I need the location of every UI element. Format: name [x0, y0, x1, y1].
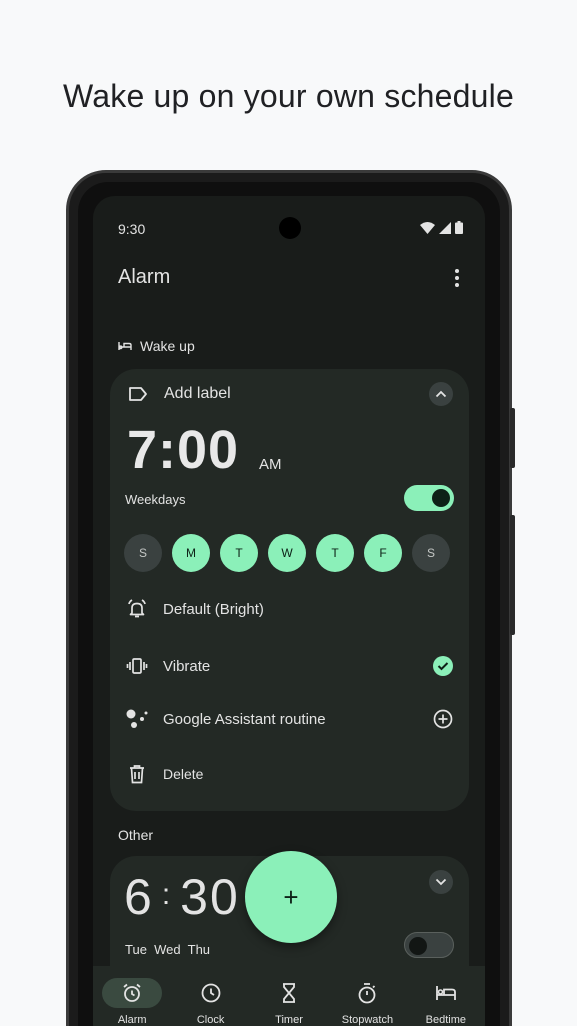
- day-monday[interactable]: M: [172, 534, 210, 572]
- nav-stopwatch-label: Stopwatch: [341, 1014, 394, 1026]
- repeat-summary: Weekdays: [125, 492, 186, 507]
- nav-stopwatch[interactable]: Stopwatch: [328, 966, 406, 1026]
- collapse-button[interactable]: [429, 382, 453, 406]
- day-tuesday[interactable]: T: [220, 534, 258, 572]
- vibrate-checkbox[interactable]: [432, 655, 454, 677]
- nav-alarm-label: Alarm: [117, 1014, 147, 1026]
- status-time: 9:30: [118, 221, 146, 237]
- more-options-button[interactable]: [449, 266, 465, 290]
- power-button: [510, 515, 515, 635]
- vibrate-icon: [125, 654, 149, 678]
- plus-icon: +: [283, 881, 299, 912]
- front-camera: [279, 217, 301, 239]
- alarm-time-2[interactable]: 6:30: [124, 868, 240, 926]
- alarm-card-expanded[interactable]: Add label 7:00 AM Weekdays S M T W T F S…: [110, 369, 469, 811]
- vibrate-label: Vibrate: [163, 657, 211, 675]
- alarm-bell-icon: [125, 597, 149, 621]
- add-routine-button[interactable]: [432, 708, 454, 730]
- assistant-label: Google Assistant routine: [163, 710, 326, 728]
- add-label-text: Add label: [164, 385, 231, 402]
- stopwatch-icon: [337, 978, 397, 1008]
- day-wednesday[interactable]: W: [268, 534, 306, 572]
- nav-timer[interactable]: Timer: [250, 966, 328, 1026]
- day-thursday[interactable]: T: [316, 534, 354, 572]
- alarm-toggle[interactable]: [404, 485, 454, 511]
- toggle-knob: [432, 489, 450, 507]
- hourglass-icon: [259, 978, 319, 1008]
- delete-row[interactable]: Delete: [125, 762, 454, 786]
- volume-button: [510, 408, 515, 468]
- bed-icon: [118, 342, 132, 350]
- section-wake-up-label: Wake up: [140, 338, 195, 354]
- alarm-icon: [102, 978, 163, 1008]
- assistant-row[interactable]: Google Assistant routine: [125, 707, 454, 731]
- ringtone-row[interactable]: Default (Bright): [125, 597, 454, 621]
- nav-bedtime[interactable]: Bedtime: [407, 966, 485, 1026]
- signal-icon: [439, 221, 451, 234]
- page-title: Alarm: [118, 266, 171, 288]
- alarm-ampm: AM: [259, 456, 282, 473]
- nav-alarm[interactable]: Alarm: [93, 966, 171, 1026]
- delete-label: Delete: [163, 766, 204, 782]
- phone-screen: 9:30 Alarm Wake up Add label 7:00 AM Wee…: [93, 196, 485, 1026]
- chevron-down-icon: [435, 878, 447, 886]
- day-sunday[interactable]: S: [124, 534, 162, 572]
- headline: Wake up on your own schedule: [63, 78, 514, 114]
- alarm-time[interactable]: 7:00: [127, 419, 239, 481]
- wifi-icon: [420, 221, 435, 234]
- add-alarm-button[interactable]: +: [245, 851, 337, 943]
- nav-clock-label: Clock: [196, 1014, 225, 1026]
- nav-clock[interactable]: Clock: [171, 966, 249, 1026]
- bed-icon: [416, 978, 476, 1008]
- clock-icon: [181, 978, 241, 1008]
- section-wake-up: Wake up: [118, 338, 195, 354]
- label-icon: [129, 387, 147, 401]
- add-label-button[interactable]: Add label: [128, 385, 231, 403]
- add-circle-icon: [433, 709, 453, 729]
- alarm-days-2: Tue Wed Thu: [125, 942, 211, 957]
- day-friday[interactable]: F: [364, 534, 402, 572]
- status-icons: [420, 221, 463, 234]
- day-selector: S M T W T F S: [124, 534, 450, 572]
- dot-icon: [455, 276, 459, 280]
- alarm-minute-2: 30: [180, 869, 240, 925]
- ringtone-label: Default (Bright): [163, 600, 264, 618]
- expand-button[interactable]: [429, 870, 453, 894]
- battery-icon: [455, 221, 463, 234]
- dot-icon: [455, 283, 459, 287]
- google-assistant-icon: [125, 707, 149, 731]
- section-other-label: Other: [118, 827, 154, 843]
- dot-icon: [455, 269, 459, 273]
- trash-icon: [125, 762, 149, 786]
- day-saturday[interactable]: S: [412, 534, 450, 572]
- check-circle-icon: [433, 656, 453, 676]
- chevron-up-icon: [435, 390, 447, 398]
- bottom-navigation: Alarm Clock Timer Stopwatch Bedtime: [93, 966, 485, 1026]
- nav-timer-label: Timer: [275, 1014, 303, 1026]
- alarm-sep-2: :: [161, 878, 173, 911]
- section-other: Other: [118, 827, 153, 843]
- vibrate-row[interactable]: Vibrate: [125, 654, 454, 678]
- alarm-toggle-2[interactable]: [404, 932, 454, 958]
- nav-bedtime-label: Bedtime: [425, 1014, 466, 1026]
- alarm-hour-2: 6: [124, 869, 154, 925]
- toggle-knob: [409, 937, 427, 955]
